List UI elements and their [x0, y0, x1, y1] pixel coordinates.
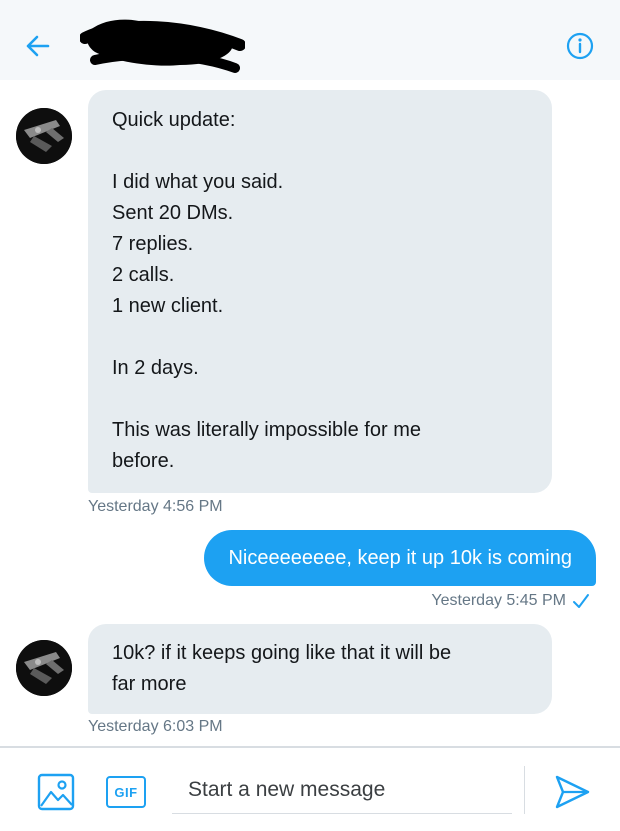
- info-button[interactable]: [564, 30, 596, 62]
- avatar[interactable]: [16, 640, 72, 696]
- message-line: In 2 days.: [112, 357, 199, 379]
- message-timestamp: Yesterday 6:03 PM: [88, 718, 223, 735]
- message-timestamp: Yesterday 5:45 PM: [431, 592, 566, 609]
- message-bubble-outgoing: Niceeeeeeee, keep it up 10k is coming: [204, 530, 596, 586]
- message-line: 7 replies.: [112, 233, 194, 255]
- message-line: far more: [112, 673, 187, 695]
- message-timestamp: Yesterday 4:56 PM: [88, 498, 223, 515]
- avatar-image: [16, 108, 72, 164]
- message-line: before.: [112, 450, 175, 472]
- image-icon: [37, 773, 75, 811]
- message-line: [112, 322, 528, 353]
- avatar-image: [16, 640, 72, 696]
- message-thread: Quick update: I did what you said. Sent …: [0, 80, 620, 746]
- message-line: I did what you said.: [112, 171, 284, 193]
- new-message-input[interactable]: [172, 766, 512, 814]
- message-line: 1 new client.: [112, 295, 224, 317]
- message-line: Sent 20 DMs.: [112, 202, 234, 224]
- back-button[interactable]: [22, 30, 54, 62]
- add-image-button[interactable]: [36, 772, 76, 812]
- gif-button[interactable]: GIF: [106, 776, 146, 808]
- message-line: 10k? if it keeps going like that it will…: [112, 642, 452, 664]
- gif-label: GIF: [114, 784, 138, 800]
- message-line: [112, 384, 528, 415]
- message-timestamp-row: Yesterday 5:45 PM: [431, 592, 590, 610]
- message-line: 2 calls.: [112, 264, 175, 286]
- message-text: Niceeeeeeee, keep it up 10k is coming: [228, 547, 572, 569]
- send-icon: [555, 775, 590, 809]
- message-line: Quick update:: [112, 109, 236, 131]
- read-check-icon: [573, 593, 589, 608]
- message-bubble-incoming: Quick update: I did what you said. Sent …: [88, 90, 552, 493]
- message-composer: GIF: [0, 748, 620, 831]
- message-line: [112, 136, 528, 167]
- avatar[interactable]: [16, 108, 72, 164]
- message-bubble-incoming: 10k? if it keeps going like that it will…: [88, 624, 552, 714]
- info-circle-icon: [566, 32, 594, 60]
- send-button[interactable]: [552, 772, 592, 812]
- conversation-header: [0, 0, 620, 80]
- message-line: This was literally impossible for me: [112, 419, 421, 441]
- composer-separator: [524, 766, 525, 814]
- arrow-left-icon: [26, 35, 50, 57]
- redacted-contact-name: [79, 10, 246, 75]
